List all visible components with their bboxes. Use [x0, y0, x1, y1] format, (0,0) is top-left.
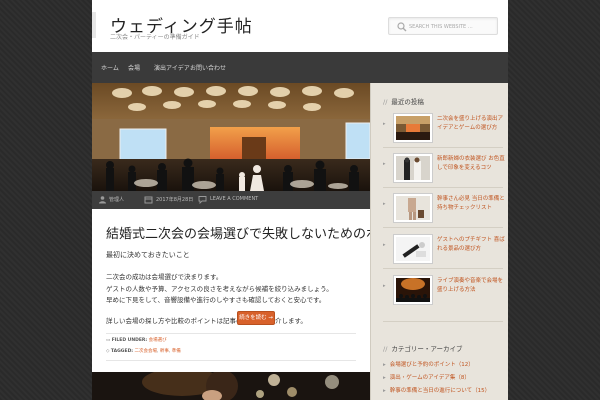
user-icon — [99, 196, 106, 204]
post-thumbnail-image — [396, 116, 430, 140]
nav-item-venue[interactable]: 会場 — [128, 63, 140, 72]
tagged-label: TAGGED: — [110, 349, 134, 354]
post-body-line-1: 二次会の成功は会場選びで決まります。 — [106, 273, 223, 281]
bullet-icon: ▸ — [383, 242, 386, 248]
recent-post-item[interactable]: ▸ 二次会を盛り上げる演出アイデアとゲームの選び方 — [383, 113, 503, 145]
filed-under-label: FILED UNDER: — [111, 338, 148, 343]
category-link[interactable]: ▸ 幹事の準備と当日の進行について（15） — [383, 386, 490, 394]
calendar-icon — [144, 196, 153, 204]
sidebar-separator — [383, 268, 503, 269]
recent-post-item[interactable]: ▸ ライブ演奏や音楽で会場を盛り上げる方法 — [383, 275, 503, 307]
category-link[interactable]: ▸ 会場選びと予約のポイント（12） — [383, 360, 474, 368]
post-meta-bar: 管理人 2017年8月28日 LEAVE A COMMENT — [92, 191, 370, 209]
categories-title-text: カテゴリー・アーカイブ — [391, 345, 463, 353]
post-thumbnail[interactable] — [393, 153, 433, 183]
comment-icon — [198, 196, 207, 204]
post-divider — [106, 360, 356, 361]
header-edge — [92, 12, 96, 38]
post-thumbnail-image — [396, 278, 430, 302]
recent-post-item[interactable]: ▸ ゲストへのプチギフト 喜ばれる景品の選び方 — [383, 234, 505, 266]
read-more-button[interactable]: 続きを読む → — [237, 311, 275, 325]
recent-post-link[interactable]: ライブ演奏や音楽で会場を盛り上げる方法 — [437, 277, 505, 295]
post-author[interactable]: 管理人 — [109, 196, 124, 203]
post-thumbnail-image — [396, 156, 430, 180]
filed-under-row: ▭ FILED UNDER: 会場選び — [106, 337, 167, 343]
nav-item-contact[interactable]: お問い合わせ — [190, 63, 226, 72]
recent-posts-title-text: 最近の投稿 — [391, 98, 424, 106]
nav-item-home[interactable]: ホーム — [101, 63, 119, 72]
sidebar-separator — [383, 187, 503, 188]
post-excerpt-end: 詳しい会場の探し方や比較のポイントは記事の続きでご紹介します。 — [106, 317, 307, 325]
recent-post-link[interactable]: 幹事さん必見 当日の準備と持ち物チェックリスト — [437, 195, 505, 213]
tag-link[interactable]: 幹事 — [160, 349, 169, 354]
categories-title: //カテゴリー・アーカイブ — [383, 345, 463, 353]
next-post-image[interactable] — [92, 372, 370, 400]
post-divider — [106, 333, 356, 334]
category-label[interactable]: 演出・ゲームのアイデア集（8） — [390, 375, 470, 381]
recent-posts-title: //最近の投稿 — [383, 98, 424, 106]
recent-post-link[interactable]: 新郎新婦の衣装選び お色直しで印象を変えるコツ — [437, 155, 505, 173]
sidebar-separator — [383, 227, 503, 228]
site-header: ウェディング手帖 二次会・パーティーの準備ガイド — [92, 0, 508, 52]
post-thumbnail-image — [396, 237, 430, 261]
post-body-line-2: ゲストの人数や予算、アクセスの良さを考えながら候補を絞り込みましょう。 — [106, 285, 333, 293]
bullet-icon: ▸ — [383, 362, 386, 368]
sidebar: //最近の投稿 ▸ 二次会を盛り上げる演出アイデアとゲームの選び方 ▸ 新郎新婦… — [370, 83, 508, 400]
main-content: 管理人 2017年8月28日 LEAVE A COMMENT 結婚式二次会の会場… — [92, 83, 418, 400]
search-icon — [397, 22, 407, 32]
sidebar-separator — [383, 147, 503, 148]
tagged-row: ◇ TAGGED: 二次会会場, 幹事, 準備 — [106, 349, 181, 354]
sidebar-separator — [383, 321, 503, 322]
recent-post-item[interactable]: ▸ 新郎新婦の衣装選び お色直しで印象を変えるコツ — [383, 153, 505, 185]
recent-post-item[interactable]: ▸ 幹事さん必見 当日の準備と持ち物チェックリスト — [383, 193, 505, 225]
post-date: 2017年8月28日 — [156, 197, 194, 203]
bullet-icon: ▸ — [383, 121, 386, 127]
site-description: 二次会・パーティーの準備ガイド — [110, 34, 200, 41]
post-thumbnail[interactable] — [393, 193, 433, 223]
post-thumbnail-image — [396, 196, 430, 220]
featured-image[interactable] — [92, 83, 370, 191]
leave-comment-link[interactable]: LEAVE A COMMENT — [210, 196, 258, 202]
post-thumbnail[interactable] — [393, 113, 433, 143]
bullet-icon: ▸ — [383, 375, 386, 381]
bullet-icon: ▸ — [383, 283, 386, 289]
post-article: 結婚式二次会の会場選びで失敗しないためのポイント 最初に決めておきたいこと 二次… — [92, 209, 418, 379]
main-navigation: ホーム 会場 演出アイデア お問い合わせ — [92, 52, 508, 83]
recent-post-link[interactable]: ゲストへのプチギフト 喜ばれる景品の選び方 — [437, 236, 505, 254]
bullet-icon: ▸ — [383, 161, 386, 167]
page-wrapper: ウェディング手帖 二次会・パーティーの準備ガイド ホーム 会場 演出アイデア お… — [92, 0, 508, 400]
category-label[interactable]: 幹事の準備と当日の進行について（15） — [390, 388, 490, 394]
category-link[interactable]: ▸ 演出・ゲームのアイデア集（8） — [383, 373, 470, 381]
post-subtitle: 最初に決めておきたいこと — [106, 251, 190, 259]
post-thumbnail[interactable] — [393, 275, 433, 305]
search-box[interactable] — [388, 17, 498, 35]
tag-link[interactable]: 準備 — [172, 349, 181, 354]
bullet-icon: ▸ — [383, 388, 386, 394]
bullet-icon: ▸ — [383, 201, 386, 207]
post-body-line-3: 早めに下見をして、音響設備や進行のしやすさも確認しておくと安心です。 — [106, 296, 326, 304]
recent-post-link[interactable]: 二次会を盛り上げる演出アイデアとゲームの選び方 — [437, 115, 505, 133]
search-input[interactable] — [409, 20, 493, 33]
category-link[interactable]: 会場選び — [149, 338, 167, 343]
tag-link[interactable]: 二次会会場 — [135, 349, 158, 354]
post-thumbnail[interactable] — [393, 234, 433, 264]
category-label[interactable]: 会場選びと予約のポイント（12） — [390, 362, 474, 368]
nav-item-ideas[interactable]: 演出アイデア — [154, 63, 190, 72]
